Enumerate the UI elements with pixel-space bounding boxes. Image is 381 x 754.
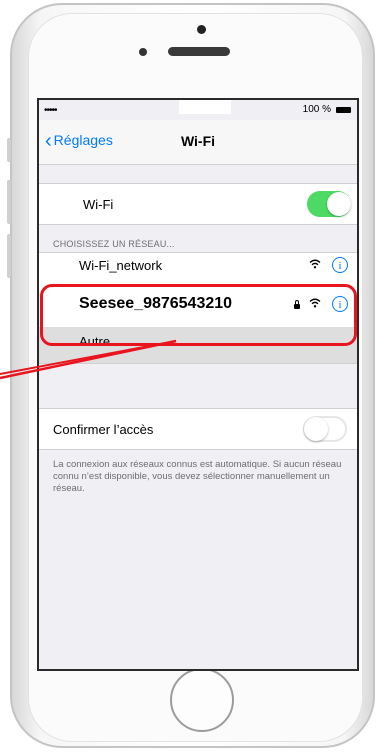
annotation-pointer [0, 339, 177, 380]
